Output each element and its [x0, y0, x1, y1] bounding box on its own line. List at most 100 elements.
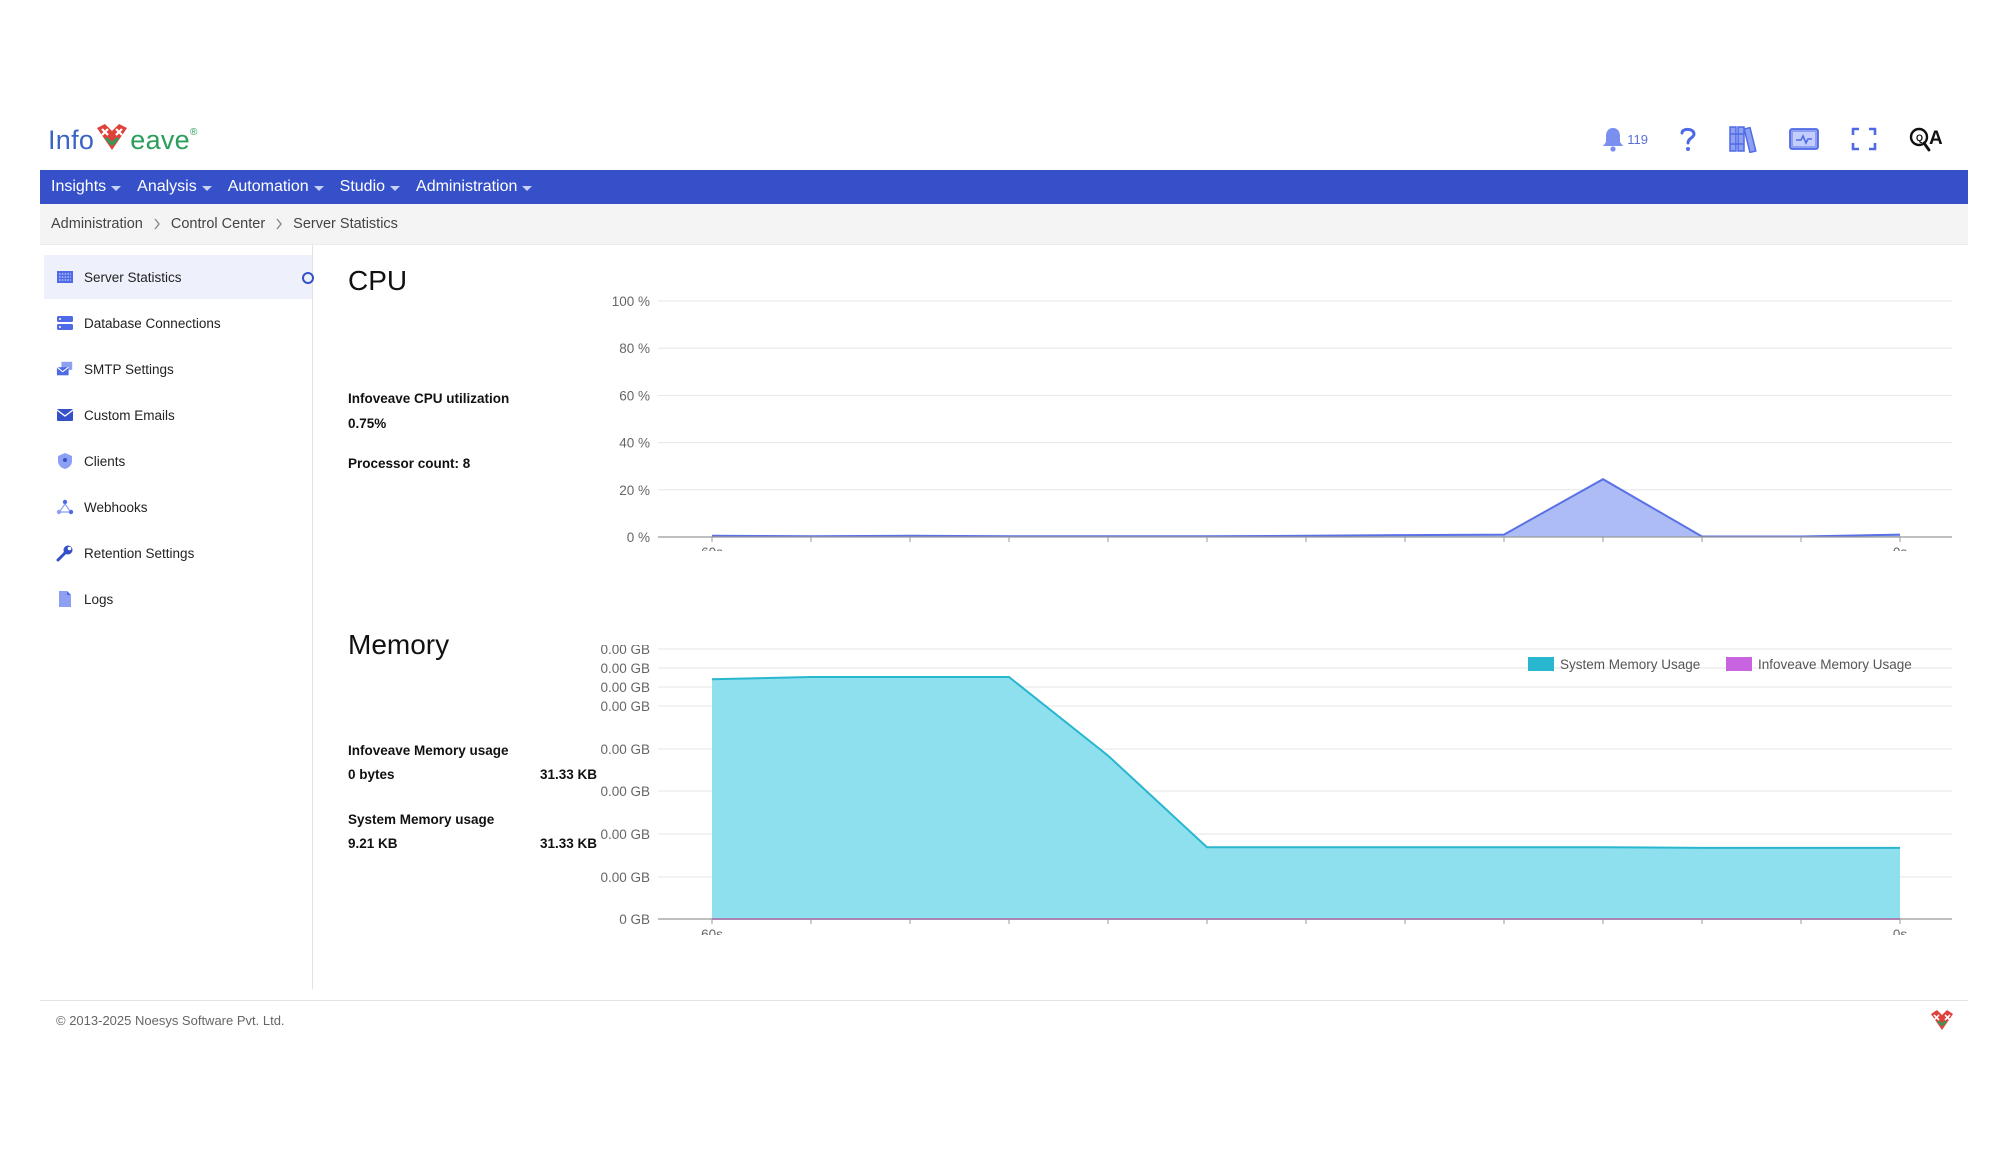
infoveave-memory-label: Infoveave Memory usage — [348, 743, 509, 758]
server-icon — [56, 268, 74, 286]
content-area: Server Statistics Database Connections S… — [40, 244, 1968, 989]
nav-insights-label: Insights — [51, 178, 107, 195]
webhook-icon — [56, 498, 74, 516]
sidebar-item-label: SMTP Settings — [84, 361, 174, 377]
database-icon — [56, 314, 74, 332]
fullscreen-button[interactable] — [1850, 126, 1878, 152]
memory-chart: 0 GB 0.00 GB 0.00 GB 0.00 GB 0.00 GB 0.00 GB 0… — [600, 645, 1952, 935]
breadcrumb-control-center[interactable]: Control Center — [171, 216, 265, 232]
sidebar-item-label: Database Connections — [84, 315, 221, 331]
memory-legend: System Memory Usage Infoveave Memory Usag… — [1528, 657, 1912, 672]
nav-studio-label: Studio — [339, 178, 386, 195]
nav-insights[interactable]: Insights — [51, 178, 122, 196]
x-tick-label-end: 0s — [1893, 927, 1908, 935]
logo-registered-mark: ® — [190, 127, 198, 138]
sidebar-item-server-statistics[interactable]: Server Statistics — [44, 255, 314, 299]
nav-automation-label: Automation — [227, 178, 309, 195]
y-tick-label: 80 % — [619, 341, 650, 356]
fullscreen-icon — [1851, 127, 1877, 151]
breadcrumb-administration[interactable]: Administration — [51, 216, 143, 232]
y-tick-label: 100 % — [612, 294, 650, 309]
main-panel: CPU Infoveave CPU utilization 0.75% Proc… — [340, 245, 1968, 989]
shield-icon — [56, 452, 74, 470]
question-icon — [1680, 127, 1696, 151]
processor-count: Processor count: 8 — [348, 456, 471, 471]
breadcrumb: Administration Control Center Server Sta… — [40, 204, 1968, 244]
y-tick-label: 40 % — [619, 436, 650, 451]
sidebar-item-label: Server Statistics — [84, 269, 182, 285]
nav-automation[interactable]: Automation — [228, 178, 324, 196]
y-tick-label: 0 % — [627, 530, 650, 545]
notifications-button[interactable]: 119 — [1601, 126, 1648, 152]
nav-administration-label: Administration — [416, 178, 518, 195]
sidebar-item-label: Logs — [84, 591, 114, 607]
logo-text-part2: eave — [130, 125, 190, 155]
logo-text-part1: Info — [48, 125, 95, 155]
nav-administration[interactable]: Administration — [416, 178, 533, 196]
x-tick-label-start: 60s — [701, 927, 723, 935]
system-memory-value: 9.21 KB — [348, 836, 398, 851]
chevron-down-icon — [390, 185, 401, 191]
sidebar-item-custom-emails[interactable]: Custom Emails — [44, 393, 312, 437]
sidebar-item-label: Retention Settings — [84, 545, 195, 561]
y-tick-label: 0.00 GB — [600, 680, 650, 695]
y-tick-label: 0.00 GB — [600, 699, 650, 714]
nav-analysis[interactable]: Analysis — [137, 178, 212, 196]
y-tick-label: 20 % — [619, 483, 650, 498]
qa-button[interactable]: Q A — [1908, 124, 1942, 154]
legend-swatch-infoveave-memory — [1726, 657, 1752, 671]
monitor-icon — [1789, 128, 1819, 150]
sidebar-item-label: Custom Emails — [84, 407, 175, 423]
sidebar-item-smtp-settings[interactable]: SMTP Settings — [44, 347, 312, 391]
sidebar-item-logs[interactable]: Logs — [44, 577, 312, 621]
y-tick-label: 0.00 GB — [600, 742, 650, 757]
nav-analysis-label: Analysis — [137, 178, 197, 195]
chevron-down-icon — [111, 185, 122, 191]
qa-icon-letter-q: Q — [1916, 133, 1923, 143]
series-line-0 — [711, 478, 1901, 538]
notification-count: 119 — [1627, 131, 1648, 147]
footer: © 2013-2025 Noesys Software Pvt. Ltd. — [40, 1000, 1968, 1041]
sidebar-item-clients[interactable]: Clients — [44, 439, 312, 483]
cpu-section-title: CPU — [348, 265, 408, 296]
qa-search-icon: Q A — [1909, 127, 1942, 152]
nav-studio[interactable]: Studio — [339, 178, 401, 196]
wrench-icon — [56, 544, 74, 562]
y-tick-label: 0.00 GB — [600, 784, 650, 799]
legend-swatch-system-memory — [1528, 657, 1554, 671]
sidebar-item-webhooks[interactable]: Webhooks — [44, 485, 312, 529]
y-tick-label: 0 GB — [619, 912, 650, 927]
x-tick-label-start: 60s — [701, 545, 723, 551]
legend-label-infoveave-memory: Infoveave Memory Usage — [1758, 657, 1912, 672]
toolbar: 119 Q A — [1601, 124, 1942, 154]
y-tick-label: 0.00 GB — [600, 661, 650, 676]
infoveave-logo[interactable]: Info eave ® — [48, 122, 198, 156]
chevron-down-icon — [522, 185, 533, 191]
sidebar: Server Statistics Database Connections S… — [40, 245, 314, 989]
help-button[interactable] — [1678, 125, 1698, 153]
monitor-button[interactable] — [1788, 126, 1820, 152]
chevron-down-icon — [313, 185, 324, 191]
legend-label-system-memory: System Memory Usage — [1560, 657, 1700, 672]
x-tick-label-end: 0s — [1893, 545, 1908, 551]
sidebar-item-retention-settings[interactable]: Retention Settings — [44, 531, 312, 575]
chevron-down-icon — [201, 185, 212, 191]
main-navigation: Insights Analysis Automation Studio Admi… — [40, 170, 1968, 204]
infoveave-memory-value: 0 bytes — [348, 767, 395, 782]
smtp-icon — [56, 360, 74, 378]
qa-icon-letter-a: A — [1929, 128, 1942, 149]
chevron-right-icon — [275, 218, 283, 230]
sidebar-item-label: Webhooks — [84, 499, 148, 515]
sidebar-item-label: Clients — [84, 453, 126, 469]
sidebar-item-database-connections[interactable]: Database Connections — [44, 301, 312, 345]
cpu-chart: 0 % 20 % 40 % 60 % 80 % 100 % 60s 0s — [612, 294, 1952, 551]
app-window: Info eave ® 119 Q A Insights Analysis Au… — [40, 118, 1968, 989]
logo-mark-icon — [1930, 1009, 1954, 1036]
cpu-utilization-label: Infoveave CPU utilization — [348, 391, 510, 406]
library-button[interactable] — [1728, 125, 1758, 153]
y-tick-label: 0.00 GB — [600, 645, 650, 657]
y-tick-label: 60 % — [619, 388, 650, 403]
top-bar: Info eave ® 119 Q A — [40, 118, 1968, 170]
cpu-utilization-value: 0.75% — [348, 416, 387, 431]
logo-weave-icon — [97, 124, 128, 150]
